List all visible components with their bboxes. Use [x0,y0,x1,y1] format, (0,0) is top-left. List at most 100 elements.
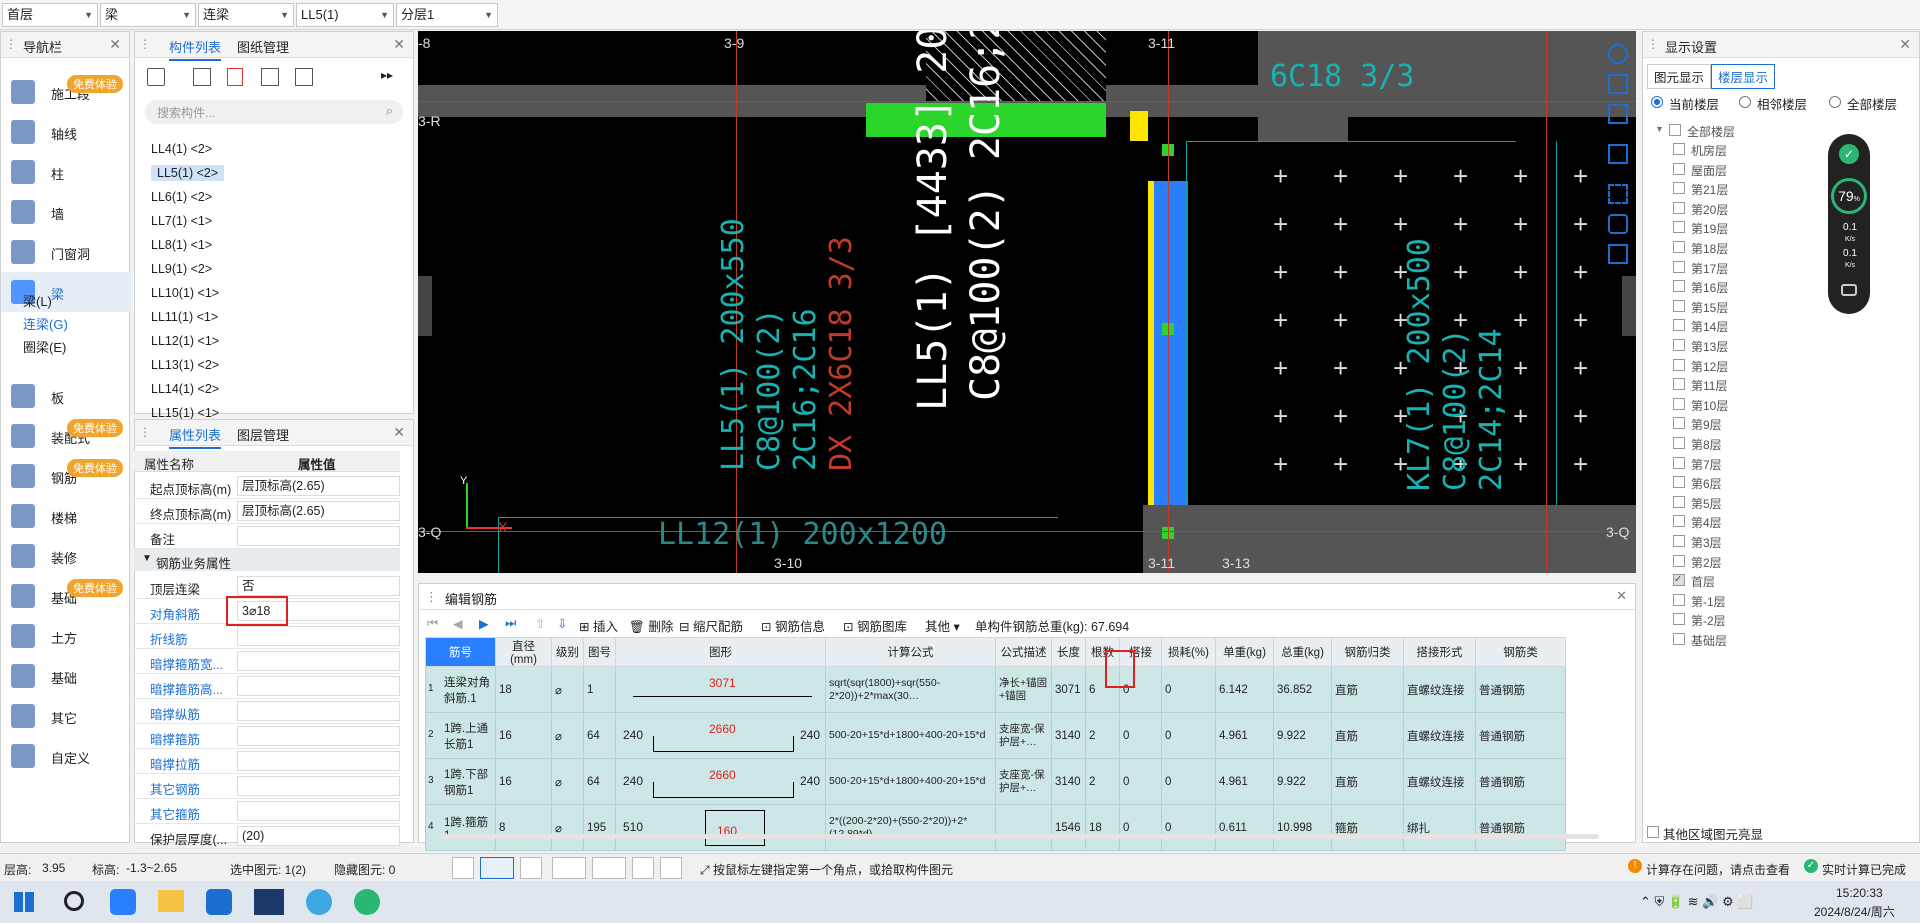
column-header[interactable]: 钢筋归类 [1331,637,1404,667]
nav-item[interactable]: 钢筋 免费体验 [1,456,131,496]
table-cell[interactable]: 直螺纹连接 [1403,712,1476,759]
table-cell[interactable]: 直筋 [1331,758,1404,805]
floor-item[interactable]: 第14层 [1673,318,1728,335]
table-cell[interactable]: 直螺纹连接 [1403,758,1476,805]
category-select[interactable]: 梁 ▼ [100,3,196,27]
table-cell[interactable]: 直螺纹连接 [1403,666,1476,713]
nav-sub-item[interactable]: 圈梁(E) [23,337,66,356]
floor-item[interactable]: 机房层 [1673,142,1727,159]
table-cell[interactable]: 2*((200-2*20)+(550-2*20))+2*(12.89*d) [825,804,996,851]
nav-item[interactable]: 楼梯 [1,496,131,536]
table-cell[interactable]: 36.852 [1273,666,1332,713]
floor-item[interactable]: 第10层 [1673,397,1728,414]
table-cell[interactable]: 18 [495,666,552,713]
list-icon[interactable] [1608,244,1628,264]
table-cell[interactable]: 净长+锚固+锚固 [995,666,1052,713]
floor-item[interactable]: 第20层 [1673,201,1728,218]
table-cell[interactable]: 16 [495,758,552,805]
last-icon[interactable]: ⏭ [505,616,516,631]
component-list-item[interactable]: LL6(1) <2> [151,189,212,205]
close-icon[interactable]: ✕ [1899,36,1911,53]
nav-item[interactable]: 门窗洞 [1,232,131,272]
nav-item[interactable]: 装配式 免费体验 [1,416,131,456]
checkbox[interactable] [1673,437,1685,449]
radio-adjacent[interactable] [1739,96,1751,108]
checkbox[interactable] [1673,280,1685,293]
column-header[interactable]: 计算公式 [825,637,996,667]
checkbox[interactable] [1673,397,1685,410]
angle-icon[interactable] [552,857,586,879]
floor-item[interactable]: 第7层 [1673,456,1722,473]
table-cell[interactable]: ⌀ [551,804,584,851]
nav-item[interactable]: 其它 [1,696,131,736]
table-cell[interactable]: 3071 [1051,666,1086,713]
property-value[interactable]: 层顶标高(2.65) [237,501,400,521]
table-cell[interactable]: 2 [1085,758,1120,805]
column-header[interactable]: 级别 [551,637,584,667]
nav-item[interactable]: 板 [1,376,131,416]
nav-item[interactable]: 自定义 [1,736,131,776]
nav-item[interactable]: 施工段 免费体验 [1,72,131,112]
tab-floor-display[interactable]: 楼层显示 [1711,64,1776,89]
table-cell[interactable]: 普通钢筋 [1475,758,1566,805]
floor-item[interactable]: 第-2层 [1673,612,1726,629]
table-cell[interactable]: 2 [1085,712,1120,759]
table-cell[interactable]: 500-20+15*d+1800+400-20+15*d [825,758,996,805]
orbit-icon[interactable] [1608,44,1628,64]
table-cell[interactable]: 0 [1161,712,1216,759]
table-cell[interactable]: 6.142 [1215,666,1274,713]
table-cell[interactable]: ⌀ [551,758,584,805]
nav-item[interactable]: 柱 [1,152,131,192]
3d-icon[interactable] [1608,74,1628,94]
floor-item[interactable]: 第5层 [1673,495,1722,512]
lib-button[interactable]: ⊡ 钢筋图库 [843,616,907,635]
checkbox[interactable] [1673,260,1685,273]
delete-button[interactable]: 🗑 删除 [629,616,673,635]
calc-warning[interactable]: 计算存在问题，请点击查看 [1646,861,1790,878]
table-cell[interactable]: 0 [1119,804,1162,851]
floor-item[interactable]: 第21层 [1673,181,1728,198]
checkbox[interactable] [1673,535,1685,547]
property-value[interactable] [237,676,400,696]
view-cube-icon[interactable] [1608,104,1628,124]
floor-item[interactable]: 第3层 [1673,534,1722,551]
folder-icon[interactable] [158,890,184,912]
component-select[interactable]: LL5(1) ▼ [296,3,394,27]
table-cell[interactable]: 直筋 [1331,712,1404,759]
checkbox[interactable] [1673,633,1685,645]
collapse-icon[interactable]: ▼ [1655,124,1664,134]
column-header[interactable]: 筋号 [425,637,496,667]
nav-item[interactable]: 装修 [1,536,131,576]
other-button[interactable]: 其他 ▾ [925,616,960,635]
floor-select[interactable]: 首层 ▼ [2,3,98,27]
property-value[interactable] [237,751,400,771]
component-list-item[interactable]: LL7(1) <1> [151,213,212,229]
component-list-item[interactable]: LL12(1) <1> [151,333,219,349]
column-header[interactable]: 总重(kg) [1273,637,1332,667]
checkbox[interactable] [1673,554,1685,567]
component-list-item[interactable]: LL8(1) <1> [151,237,212,253]
floor-item[interactable]: 第18层 [1673,240,1728,257]
search-box[interactable]: 搜索构件... ⌕ [145,100,403,124]
floor-item[interactable]: ✓ 首层 [1673,573,1715,590]
table-cell[interactable]: 8 [495,804,552,851]
nav-sub-item[interactable]: 连梁(G) [23,314,68,333]
table-row[interactable]: 2 1跨.上通长筋1 16 ⌀ 64 240 2660 240 500-20+15*d+1800… [425,712,1566,759]
app-icon[interactable] [110,889,136,915]
property-value[interactable] [237,626,400,646]
table-cell[interactable]: 4.961 [1215,712,1274,759]
table-row[interactable]: 3 1跨.下部钢筋1 16 ⌀ 64 240 2660 240 500-20+15*d+1800… [425,758,1566,805]
component-list-item[interactable]: LL10(1) <1> [151,285,219,301]
checkbox-highlight[interactable] [1647,826,1659,838]
table-cell[interactable]: 支座宽-保护层+… [995,758,1052,805]
column-header[interactable]: 直径(mm) [495,637,552,667]
checkbox[interactable]: ✓ [1673,574,1685,587]
table-cell[interactable]: 箍筋 [1331,804,1404,851]
close-icon[interactable]: ✕ [109,36,121,53]
table-cell[interactable]: 41跨.箍筋1 [425,804,496,851]
offset-icon[interactable] [592,857,626,879]
insert-button[interactable]: ⊞ 插入 [579,616,618,635]
property-value[interactable] [237,701,400,721]
table-cell[interactable]: 0 [1119,758,1162,805]
property-value[interactable]: 层顶标高(2.65) [237,476,400,496]
